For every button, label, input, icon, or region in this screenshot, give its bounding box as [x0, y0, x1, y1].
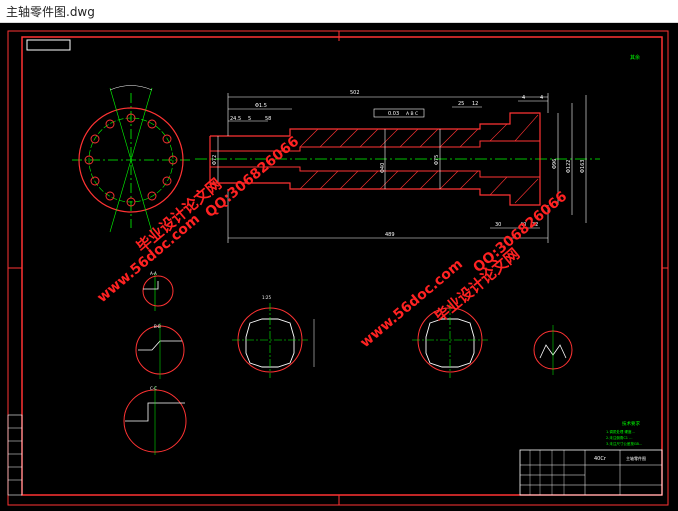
section-views: A-A B-B C-C 1:25	[123, 271, 573, 455]
dim-f: 12	[472, 101, 478, 107]
section-hatch-top	[299, 114, 539, 148]
title-block: 40Cr 主轴零件图	[519, 449, 663, 496]
dia-label-b: Φ40	[380, 163, 386, 173]
surface-note: 其余	[630, 54, 640, 61]
section-scale: 1:25	[262, 295, 271, 300]
dia-label-d: Φ96	[552, 159, 558, 169]
tech-title: 技术要求	[622, 420, 640, 427]
dia-label-a: Φ72	[212, 155, 218, 165]
svg-text:C-C: C-C	[150, 386, 157, 391]
watermark-qq-2: QQ:306826066	[470, 189, 570, 277]
dim-overall-length: 502	[350, 90, 360, 96]
dim-i: 30	[495, 222, 501, 228]
revision-table	[7, 414, 23, 496]
material-label: 40Cr	[594, 456, 607, 462]
dim-a: Φ1.5	[255, 103, 267, 109]
dia-label-e: Φ122	[566, 160, 572, 173]
dia-label-c: Φ75	[434, 155, 440, 165]
dim-d: 5	[248, 116, 251, 122]
drawing-canvas[interactable]: 其余 502 489 Φ1.5 58 24.5 5 25 12 4 4 30 4…	[0, 23, 678, 511]
sheet-border	[7, 30, 669, 506]
dim-g: 4	[522, 95, 525, 101]
technical-requirements: 技术要求 1.调质处理 硬度... 2.未注倒角C1 ... 3.未注尺寸公差按…	[606, 420, 642, 446]
drawing-number-box	[26, 39, 71, 51]
dim-bottom-length: 489	[385, 232, 395, 238]
tech-line-1: 1.调质处理 硬度...	[606, 429, 635, 434]
dim-b: 58	[265, 116, 271, 122]
dim-h: 4	[540, 95, 543, 101]
window-title: 主轴零件图.dwg	[6, 5, 95, 19]
svg-text:A-A: A-A	[150, 271, 157, 276]
cad-viewport[interactable]: 其余 502 489 Φ1.5 58 24.5 5 25 12 4 4 30 4…	[0, 23, 678, 511]
tech-line-3: 3.未注尺寸公差按GB...	[606, 441, 642, 446]
dim-c: 24.5	[230, 116, 241, 122]
dia-label-f: Φ163	[580, 160, 586, 173]
tolerance-value: 0.03	[388, 111, 399, 117]
dim-e: 25	[458, 101, 464, 107]
drawing-name: 主轴零件图	[626, 455, 646, 461]
watermark-site-1: www.56doc.com	[94, 211, 203, 306]
tolerance-datums: A B C	[406, 111, 418, 117]
tech-line-2: 2.未注倒角C1 ...	[606, 435, 632, 440]
section-hatch-bottom	[299, 170, 539, 204]
drawing-frame	[21, 36, 663, 496]
svg-text:B-B: B-B	[154, 324, 161, 329]
watermarks: www.56doc.com 毕业设计论文网 QQ:306826066 www.5…	[94, 134, 570, 352]
title-bar: 主轴零件图.dwg	[0, 0, 678, 23]
watermark-qq-1: QQ:306826066	[202, 134, 302, 222]
